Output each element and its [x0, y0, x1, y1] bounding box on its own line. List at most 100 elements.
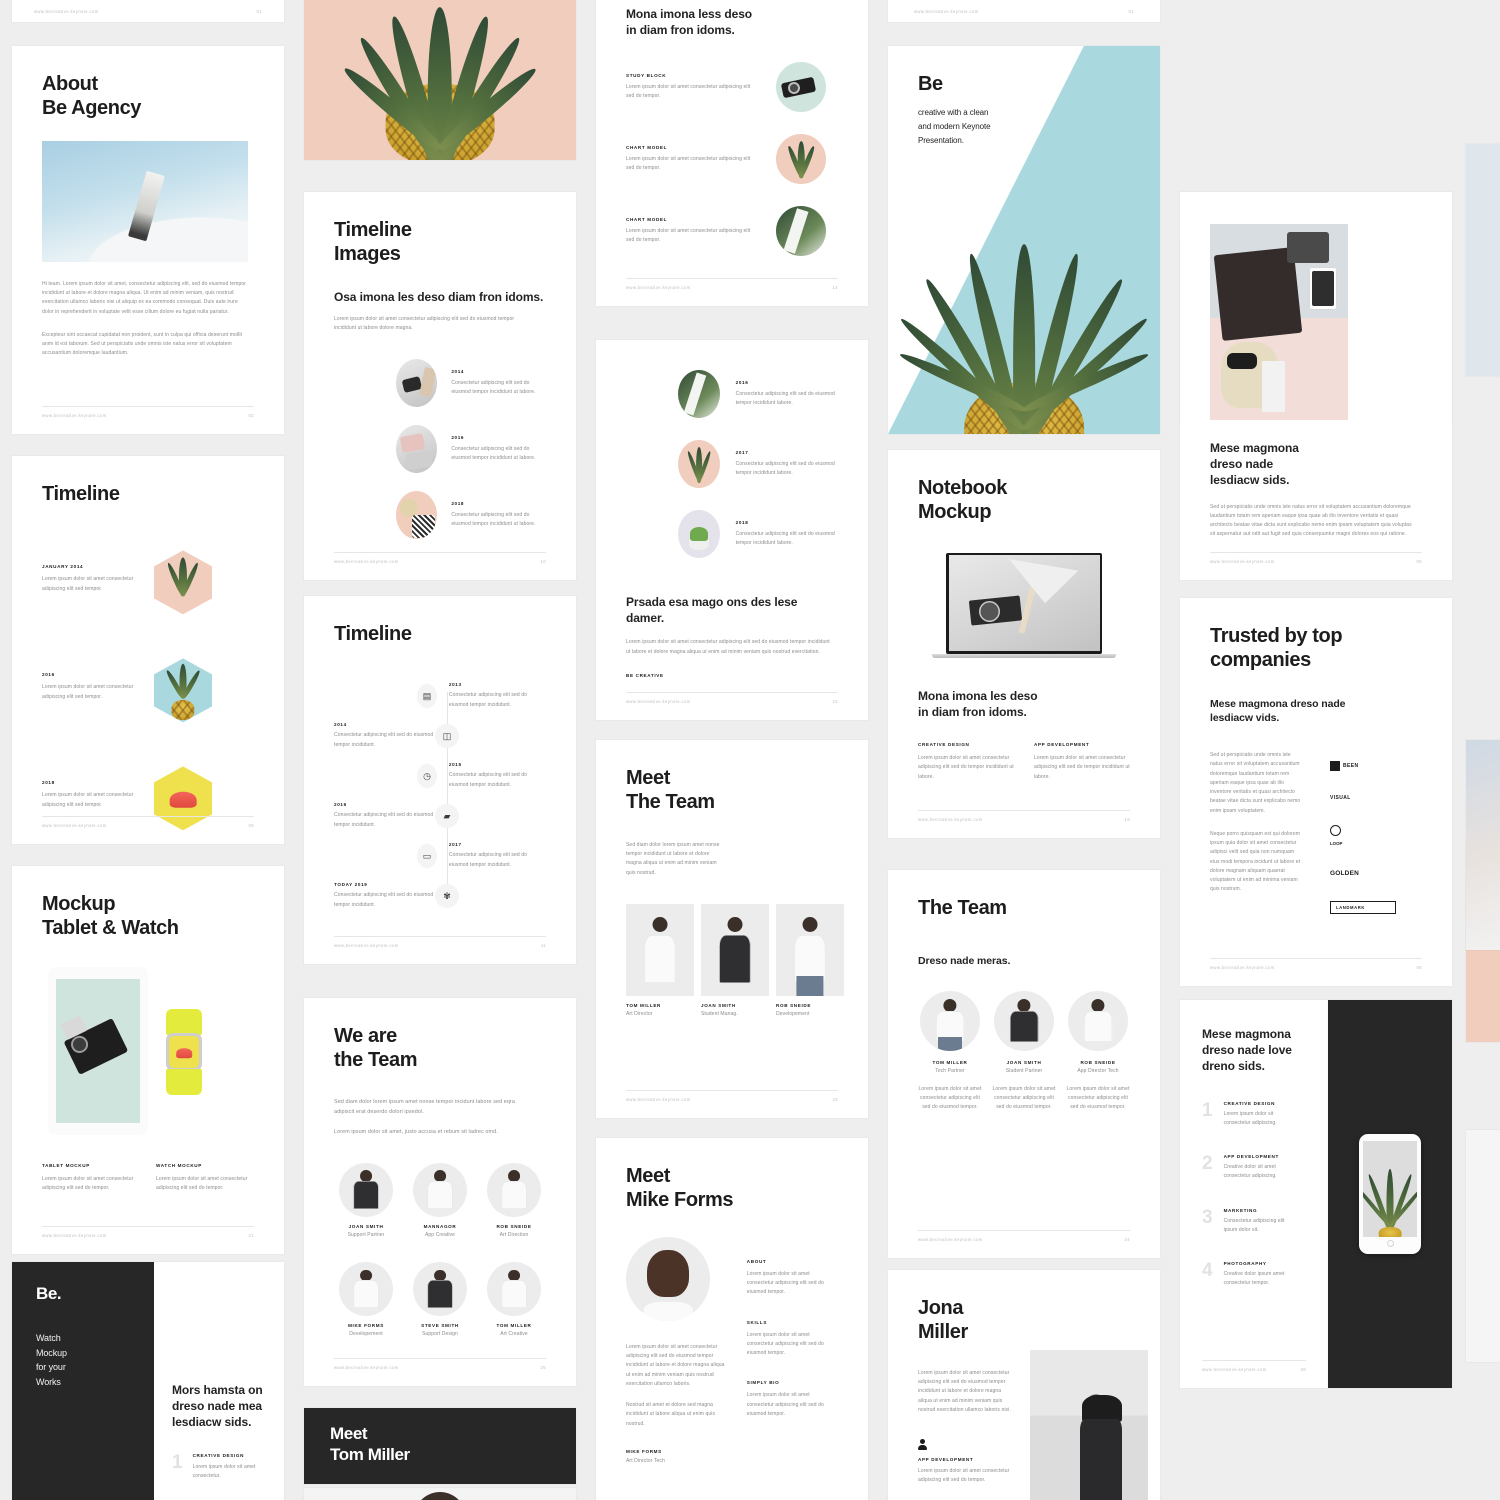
item-text: Consectetur adipiscing elit ipsum dolor …	[1223, 1217, 1285, 1233]
team-member: ROB SNEIDE App Director Tech Lorem ipsum…	[1066, 990, 1130, 1113]
slide-timeline-images[interactable]: Timeline Images Osa imona les deso diam …	[304, 192, 576, 580]
slide-pineapple-peach[interactable]	[304, 0, 576, 160]
col-2-text: Lorem ipsum dolor sit amet consectetur a…	[1034, 755, 1130, 780]
slide-trusted-by-companies[interactable]: Trusted by top companies Mese magmona dr…	[1180, 598, 1452, 986]
slide-meet-tom-miller-photo[interactable]	[304, 1488, 576, 1500]
footer-left: www.becreative.keynote.com	[1210, 965, 1275, 970]
item-year: 2018	[735, 519, 749, 525]
footer-left: www.becreative.keynote.com	[42, 823, 107, 828]
slide-mona-imona-list[interactable]: Mona imona less deso in diam fron idoms.…	[596, 0, 868, 306]
list-item: CHART MODEL Lorem ipsum dolor sit amet c…	[626, 134, 838, 185]
page-title: Meet The Team	[626, 767, 715, 814]
item-kicker: PHOTOGRAPHY	[1223, 1261, 1267, 1267]
signature: Be Creative	[626, 672, 664, 678]
avatar	[414, 1492, 466, 1500]
member-name: MIKE FORMS	[348, 1323, 384, 1329]
slide-about-be-agency[interactable]: About Be Agency Hi team. Lorem ipsum dol…	[12, 46, 284, 434]
member-name: ROB SNEIDE	[776, 1002, 812, 1008]
page-title: We are the Team	[334, 1025, 418, 1072]
info-section: SIMPLY BIO Lorem ipsum dolor sit amet co…	[747, 1380, 838, 1419]
left-paragraph-1: Lorem ipsum dolor sit amet consectetur a…	[626, 1343, 725, 1387]
numbered-item: 2 APP DEVELOPMENT Creative dolor sit ame…	[1202, 1154, 1306, 1182]
avatar	[487, 1262, 541, 1317]
section-text: Lorem ipsum dolor sit amet consectetur a…	[746, 1392, 824, 1417]
brand-logo: Be.	[36, 1284, 62, 1303]
slide-numbered-phone-left[interactable]: Mese magmona dreso nade love dreno sids.…	[1180, 1000, 1328, 1388]
numbered-item: 1 CREATIVE DESIGN Lorem ipsum dolor sit …	[1202, 1101, 1306, 1129]
page-title: Timeline	[42, 483, 120, 505]
kicker-text: Lorem ipsum dolor sit amet consectetur a…	[918, 1468, 1010, 1484]
member-role: Support Design	[422, 1331, 458, 1338]
list-item: 2018 Consectetur adipiscing elit sed do …	[678, 510, 838, 558]
slide-be-title[interactable]: Be creative with a clean and modern Keyn…	[888, 46, 1160, 434]
intro-1: Sed diam dolor lorem ipsum amet nonse te…	[334, 1098, 515, 1115]
logo-label: BEEN	[1343, 763, 1359, 770]
slide-edge-sliver-lower[interactable]	[1466, 1130, 1500, 1362]
slide-edge-sliver-workspace[interactable]	[1466, 740, 1500, 950]
item-text: Lorem ipsum dolor sit amet consectetur a…	[626, 156, 751, 172]
slide-the-team[interactable]: The Team Dreso nade meras. TOM MILLER Te…	[888, 870, 1160, 1258]
logo-label: LANDMARK	[1336, 905, 1365, 911]
footer-right: 11	[540, 943, 546, 948]
member-name: ROB SNEIDE	[496, 1223, 532, 1229]
logo-label: GOLDEN	[1330, 870, 1360, 878]
slide-edge-sliver-top[interactable]	[1466, 144, 1500, 376]
item-text: Lorem ipsum dolor sit consectetur adipis…	[1223, 1110, 1277, 1126]
item-text: Consectetur adipiscing elit sed do eiusm…	[735, 390, 835, 406]
item-year: 2014	[451, 369, 465, 375]
tablet-kicker: TABLET MOCKUP	[42, 1162, 90, 1168]
tablet-mockup	[48, 966, 148, 1135]
slide-meet-tom-miller[interactable]: Meet Tom Miller	[304, 1408, 576, 1484]
intro-text: Sed diam dolor lorem ipsum amet nonse te…	[626, 841, 720, 876]
slide-jona-miller[interactable]: Jona Miller Lorem ipsum dolor sit amet c…	[888, 1270, 1160, 1500]
timeline-year: 2016	[334, 802, 347, 808]
member-name: TOM MILLER	[626, 1002, 661, 1008]
slide-be-watch-right-panel[interactable]: Mors hamsta on dreso nade mea lesdiacw s…	[154, 1262, 284, 1500]
item-number: 4	[1202, 1260, 1213, 1282]
item-photo	[396, 491, 438, 540]
item-text: Consectetur adipiscing elit sed do eiusm…	[451, 380, 536, 396]
paragraph: Lorem ipsum dolor sit amet consectetur a…	[626, 639, 830, 655]
avatar	[413, 1162, 467, 1217]
avatar	[413, 1262, 467, 1317]
numbered-item: 3 MARKETING Consectetur adipiscing elit …	[1202, 1208, 1306, 1236]
item-photo	[776, 62, 826, 113]
slide-be-watch-dark[interactable]: Be. Watch Mockup for your Works	[12, 1262, 154, 1500]
item-text: Consectetur adipiscing elit sed do eiusm…	[735, 460, 835, 476]
member-name: STEVE SMITH	[421, 1323, 459, 1329]
slide-timeline-hexagons[interactable]: Timeline JANUARY 2014 Lorem ipsum dolor …	[12, 456, 284, 844]
member-role: Tech Partner	[935, 1067, 965, 1074]
footer-right: 23	[832, 1097, 838, 1102]
slide-meet-mike-forms[interactable]: Meet Mike Forms Lorem ipsum dolor sit am…	[596, 1138, 868, 1500]
page-title: Be	[918, 73, 943, 95]
member-role: Art Direction	[499, 1231, 529, 1238]
heading: Prsada esa mago ons des lese damer.	[626, 595, 798, 626]
item-year: 2016	[451, 435, 465, 441]
panel-heading: Mors hamsta on dreso nade mea lesdiacw s…	[172, 1383, 263, 1430]
timeline-text: Consectetur adipiscing elit sed do eiusm…	[448, 772, 528, 788]
footer-left: www.becreative.keynote.com	[626, 699, 691, 704]
col-1-kicker: CREATIVE DESIGN	[918, 742, 970, 748]
slide-notebook-mockup[interactable]: Notebook Mockup Mona imona les deso in d…	[888, 450, 1160, 838]
footer-left: www.becreative.keynote.com	[918, 817, 983, 822]
slide-mockup-tablet-watch[interactable]: Mockup Tablet & Watch TABLET MOCKUP Lore…	[12, 866, 284, 1254]
team-member: MIKE FORMS Developement	[334, 1262, 398, 1339]
slide-prsada-list[interactable]: 2016 Consectetur adipiscing elit sed do …	[596, 340, 868, 720]
slide-we-are-the-team[interactable]: We are the Team Sed diam dolor lorem ips…	[304, 998, 576, 1386]
timeline-year: 2018	[42, 780, 55, 786]
page-title: Notebook Mockup	[918, 477, 1008, 524]
slide-desk-flatlay[interactable]: Mese magmona dreso nade lesdiacw sids. S…	[1180, 192, 1452, 580]
slide-meet-the-team[interactable]: Meet The Team Sed diam dolor lorem ipsum…	[596, 740, 868, 1118]
slide-numbered-phone-right[interactable]	[1328, 1000, 1452, 1388]
heading: Mona imona les deso in diam fron idoms.	[918, 688, 1038, 719]
slide-partial-top-col4[interactable]: www.becreative.keynote.com 01	[888, 0, 1160, 22]
slide-partial-top[interactable]: www.becreative.keynote.com 01	[12, 0, 284, 22]
item-photo	[678, 440, 720, 488]
member-role: Art Creative	[500, 1331, 528, 1338]
section-kicker: SKILLS	[746, 1319, 768, 1325]
avatar	[339, 1162, 393, 1217]
slide-timeline-vertical[interactable]: Timeline ▤ 2013 Consectetur adipiscing e…	[304, 596, 576, 964]
item-text: Creative dolor sit amet consectetur adip…	[1223, 1164, 1277, 1180]
member-name: MIKE FORMS	[626, 1448, 662, 1454]
item-kicker: CHART MODEL	[626, 217, 668, 223]
